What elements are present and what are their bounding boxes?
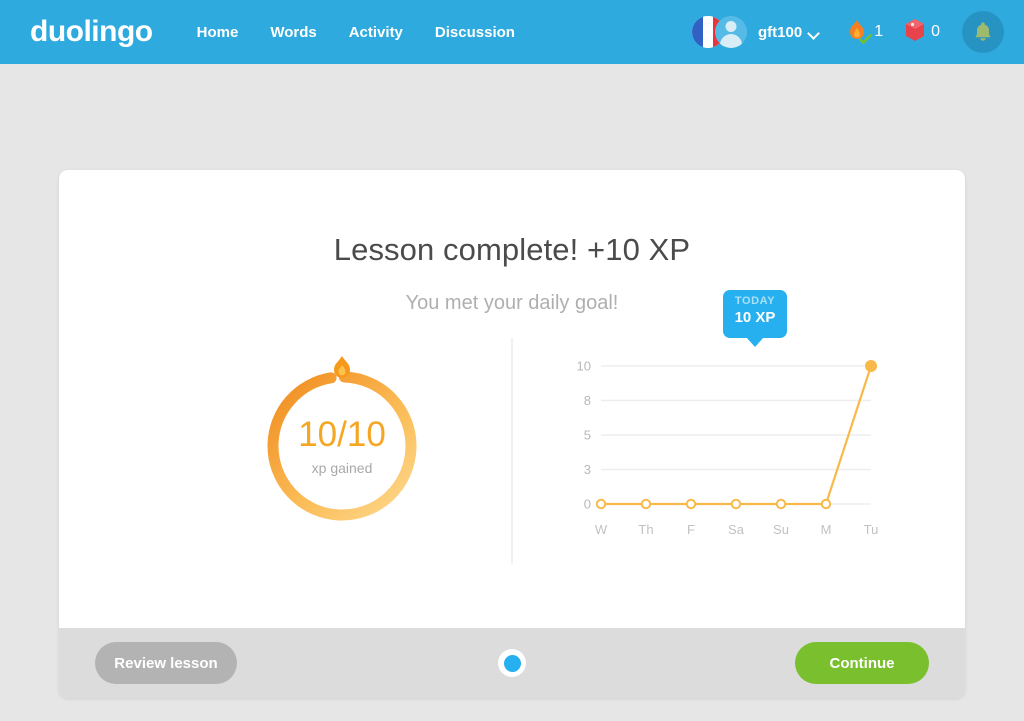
page-title: Lesson complete! +10 XP [333, 232, 691, 267]
xp-ring-center: 10/10 xp gained [262, 366, 422, 526]
x-axis-tick-label: F [687, 522, 695, 537]
x-axis-tick-label: M [821, 522, 832, 537]
xp-ring-caption: xp gained [311, 459, 373, 476]
gem-value: 0 [931, 23, 940, 40]
chart-plot-area: 10 8 5 3 0W Th F Sa Su M Tu [577, 359, 879, 538]
x-axis-tick-label: Th [638, 522, 653, 537]
main-nav: Home Words Activity Discussion [197, 24, 515, 41]
nav-item-activity[interactable]: Activity [349, 24, 403, 41]
y-axis-tick-label: 5 [584, 428, 591, 443]
y-axis-tick-label: 3 [584, 462, 591, 477]
y-axis-tick-label: 8 [584, 393, 591, 408]
streak-value: 1 [874, 23, 884, 40]
username-label: gft100 [758, 23, 803, 41]
streak-counter[interactable]: 1 [846, 19, 883, 45]
step-indicator-dot[interactable] [498, 649, 526, 677]
chart-data-point [775, 498, 787, 510]
chart-data-point [595, 498, 607, 510]
bell-notification-icon[interactable] [962, 11, 1004, 53]
section-divider [511, 338, 513, 564]
user-menu[interactable]: gft100 [692, 15, 820, 49]
chart-data-point [685, 498, 697, 510]
xp-progress-ring: 10/10 xp gained [262, 356, 422, 526]
x-axis-tick-label: W [595, 522, 608, 537]
x-axis-tick-label: Sa [728, 522, 745, 537]
y-axis-tick-label: 0 [584, 497, 591, 512]
card-footer: Review lesson Continue [59, 628, 965, 698]
ruby-gem-icon [905, 18, 925, 47]
review-lesson-button[interactable]: Review lesson [95, 642, 237, 684]
tooltip-label: TODAY [734, 295, 776, 307]
nav-item-words[interactable]: Words [270, 24, 316, 41]
header-right-cluster: gft100 1 0 [692, 0, 1008, 64]
y-axis-tick-label: 10 [577, 359, 591, 374]
check-badge-icon [859, 34, 872, 44]
gem-counter[interactable]: 0 [905, 18, 940, 47]
chevron-down-icon [809, 29, 820, 36]
user-avatar-icon [715, 16, 747, 48]
x-axis-tick-label: Su [773, 522, 789, 537]
lesson-complete-card: Lesson complete! +10 XP You met your dai… [59, 170, 965, 698]
duolingo-logo[interactable]: duolingo [30, 17, 153, 47]
x-axis-tick-label: Tu [864, 522, 879, 537]
flame-streak-icon [846, 19, 872, 45]
xp-ring-value: 10/10 [298, 414, 386, 454]
today-tooltip: TODAY 10 XP [723, 290, 787, 338]
tooltip-value: 10 XP [734, 309, 776, 327]
top-navigation-bar: duolingo Home Words Activity Discussion … [0, 0, 1024, 64]
chart-data-point [820, 498, 832, 510]
lesson-complete-body: Lesson complete! +10 XP You met your dai… [59, 170, 965, 628]
nav-item-discussion[interactable]: Discussion [435, 24, 515, 41]
nav-item-home[interactable]: Home [197, 24, 239, 41]
flag-avatar-group [692, 15, 750, 49]
chart-data-point [730, 498, 742, 510]
chart-data-point [640, 498, 652, 510]
chart-data-point [865, 360, 877, 372]
continue-button[interactable]: Continue [795, 642, 929, 684]
xp-history-chart: TODAY 10 XP 10 8 5 3 0 W Th F Sa Su M Tu [559, 290, 879, 590]
